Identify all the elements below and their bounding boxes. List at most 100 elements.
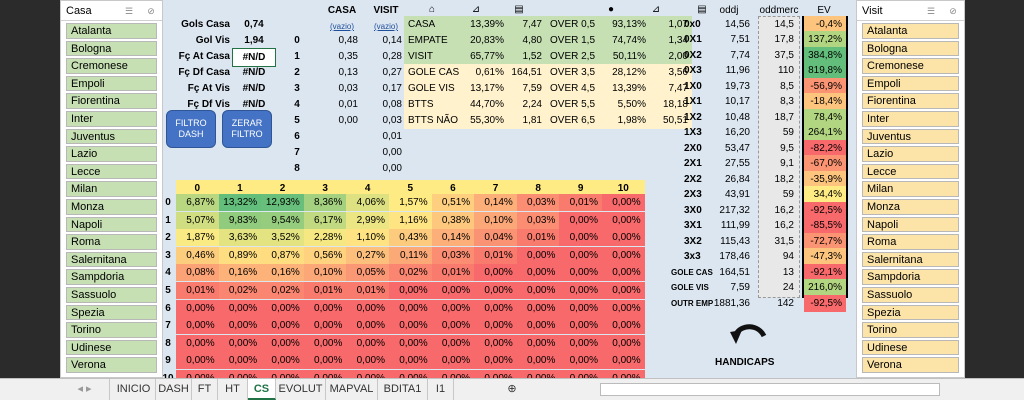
slicer-item[interactable]: Bologna [66,40,157,57]
sheet-tab-ht[interactable]: HT [218,379,248,400]
slicer-item[interactable]: Sassuolo [862,286,959,303]
slicer-item[interactable]: Monza [862,198,959,215]
slicer-item[interactable]: Cremonese [862,58,959,74]
fair-odd: 115,43 [720,235,750,247]
slicer-item[interactable]: Lecce [862,163,959,180]
chart-icon[interactable]: ⊿ [650,4,662,16]
slicer-item[interactable]: Spezia [862,304,959,321]
horizontal-scrollbar[interactable] [600,383,940,396]
sheet-tab-evolut[interactable]: EVOLUT [276,379,326,400]
slicer-item[interactable]: Napoli [66,216,157,233]
market-label: CASA [404,16,460,33]
slicer-item[interactable]: Torino [862,322,959,338]
matrix-cell: 0,00% [559,334,602,352]
scroll-left-icon[interactable]: ◂ ▸ [60,379,110,400]
slicer-item[interactable]: Atalanta [66,23,157,39]
worksheet[interactable]: Gols Casa 0,74 Gol Vis 1,94 Fç At Casa #N/D Fç… [60,0,965,378]
matrix-cell: 0,00% [389,299,432,317]
matrix-cell: 0,00% [602,229,645,247]
multi-select-icon[interactable]: ☰ [123,6,135,16]
away-team-slicer[interactable]: Visit ☰ ⊘ Atalanta Bologna Cremonese Empoli Fi… [856,0,965,378]
slicer-item[interactable]: Atalanta [862,23,959,39]
market-pct: 20,83% [460,32,508,49]
matrix-cell: 0,00% [559,246,602,264]
over-pct: 28,12% [600,64,650,81]
chart-icon[interactable]: ⊿ [470,4,482,16]
slicer-item[interactable]: Verona [66,357,157,373]
sheet-tab-ft[interactable]: FT [192,379,218,400]
matrix-cell: 0,00% [559,229,602,247]
handicaps-label[interactable]: HANDICAPS [715,354,774,371]
slicer-item[interactable]: Bologna [862,40,959,57]
sheet-tab-bdita1[interactable]: BDITA1 [378,379,428,400]
slicer-item[interactable]: Udinese [862,339,959,356]
sheet-tab-dash[interactable]: DASH [156,379,192,400]
slicer-item[interactable]: Sampdoria [862,269,959,285]
sheet-tab-inicio[interactable]: INICIO [112,379,156,400]
slicer-item[interactable]: Cremonese [66,58,157,74]
matrix-cell: 0,00% [346,352,389,370]
matrix-cell: 0,00% [559,299,602,317]
slicer-item[interactable]: Verona [862,357,959,373]
sheet-tab-cs[interactable]: CS [248,379,276,400]
slicer-item[interactable]: Inter [862,110,959,127]
score-label: GOLE CAS [671,267,713,277]
slicer-item[interactable]: Monza [66,198,157,215]
matrix-cell: 1,10% [346,229,389,247]
slicer-item[interactable]: Spezia [66,304,157,321]
goal-number: 0 [294,35,300,46]
slicer-item[interactable]: Empoli [862,75,959,92]
slicer-item[interactable]: Udinese [66,339,157,356]
clear-filter-button[interactable]: ZERAR FILTRO [222,110,272,148]
market-odd: 17,8 [774,34,794,46]
home-team-slicer[interactable]: Casa ☰ ⊘ Atalanta Bologna Cremonese Empoli Fio… [60,0,163,378]
expected-value: -92,5% [804,201,846,219]
slicer-item[interactable]: Fiorentina [862,93,959,109]
document-icon[interactable]: ▤ [513,4,525,16]
param-label: Gols Casa [181,19,230,30]
matrix-cell: 0,01% [474,246,517,264]
slicer-item[interactable]: Milan [862,181,959,197]
sheet-tab-mapval[interactable]: MAPVAL [326,379,378,400]
market-pct: 55,30% [460,112,508,129]
matrix-cell: 0,01% [176,282,219,299]
clear-filter-icon[interactable]: ⊘ [947,6,959,16]
matrix-cell: 0,51% [431,194,475,211]
slicer-item[interactable]: Sampdoria [66,269,157,285]
slicer-item[interactable]: Milan [66,181,157,197]
slicer-item[interactable]: Roma [862,234,959,250]
slicer-item[interactable]: Juventus [66,128,157,145]
sheet-tab-i1[interactable]: I1 [428,379,454,400]
matrix-cell: 0,38% [431,211,475,229]
slicer-item[interactable]: Fiorentina [66,93,157,109]
matrix-cell: 0,00% [389,370,432,378]
slicer-item[interactable]: Juventus [862,128,959,145]
slicer-item[interactable]: Salernitana [862,251,959,268]
slicer-item[interactable]: Salernitana [66,251,157,268]
slicer-item[interactable]: Empoli [66,75,157,92]
clear-filter-icon[interactable]: ⊘ [145,6,157,16]
slicer-item[interactable]: Sassuolo [66,286,157,303]
slicer-item[interactable]: Napoli [862,216,959,233]
multi-select-icon[interactable]: ☰ [925,6,937,16]
away-prob: 0,27 [382,67,402,78]
slicer-item[interactable]: Lazio [66,146,157,162]
slicer-item[interactable]: Lazio [862,146,959,162]
matrix-cell: 0,00% [602,194,645,211]
ball-icon[interactable]: ● [605,4,617,16]
home-icon[interactable]: ⌂ [426,4,438,16]
expected-value: 819,8% [804,62,846,80]
filter-dash-button[interactable]: FILTRO DASH [166,110,216,148]
slicer-item[interactable]: Lecce [66,163,157,180]
matrix-cell: 0,00% [559,282,602,299]
expected-value: -72,7% [804,232,846,250]
slicer-item[interactable]: Roma [66,234,157,250]
market-odd: 1,52 [508,48,546,65]
add-sheet-icon[interactable]: ⊕ [500,379,524,400]
market-odd: 59 [782,127,794,139]
market-odd: 94 [782,251,794,263]
slicer-item[interactable]: Inter [66,110,157,127]
away-prob: 0,08 [382,99,402,110]
market-odd: 24 [782,282,794,294]
slicer-item[interactable]: Torino [66,322,157,338]
